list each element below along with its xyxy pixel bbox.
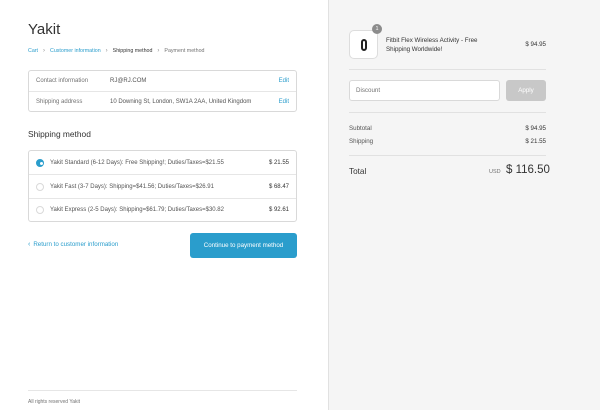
product-thumbnail	[349, 30, 378, 59]
return-to-customer-information-link[interactable]: ‹ Return to customer information	[28, 241, 118, 248]
shipping-option-label: Yakit Fast (3-7 Days): Shipping=$41.56; …	[50, 183, 214, 190]
contact-value: RJ@RJ.COM	[110, 78, 147, 84]
shipping-methods-list: Yakit Standard (6-12 Days): Free Shippin…	[28, 150, 297, 222]
shipping-option-fast[interactable]: Yakit Fast (3-7 Days): Shipping=$41.56; …	[29, 175, 296, 199]
shipping-option-label: Yakit Standard (6-12 Days): Free Shippin…	[50, 159, 224, 166]
chevron-left-icon: ‹	[28, 241, 31, 248]
store-name[interactable]: Yakit	[28, 21, 60, 38]
continue-to-payment-button[interactable]: Continue to payment method	[190, 233, 297, 258]
discount-input[interactable]	[349, 80, 500, 101]
chevron-right-icon: ›	[43, 48, 46, 54]
summary-divider	[349, 155, 546, 156]
chevron-right-icon: ›	[157, 48, 160, 54]
apply-discount-button[interactable]: Apply	[506, 80, 546, 101]
shipping-option-price: $ 92.61	[268, 207, 289, 213]
breadcrumb: Cart › Customer information › Shipping m…	[28, 48, 204, 54]
total-currency: USD	[489, 169, 501, 175]
shipping-address-label: Shipping address	[36, 98, 83, 105]
fitness-band-icon	[360, 38, 367, 51]
edit-contact-link[interactable]: Edit	[279, 78, 289, 84]
shipping-method-heading: Shipping method	[28, 129, 91, 139]
review-box: Contact information RJ@RJ.COM Edit Shipp…	[28, 70, 297, 112]
radio-selected-icon[interactable]	[36, 158, 44, 167]
review-shipping-row: Shipping address 10 Downing St, London, …	[29, 91, 296, 112]
return-link-label: Return to customer information	[33, 241, 119, 248]
product-price: $ 94.95	[525, 41, 546, 48]
contact-label: Contact information	[36, 78, 89, 84]
breadcrumb-cart[interactable]: Cart	[28, 48, 38, 54]
summary-divider	[349, 69, 546, 70]
review-contact-row: Contact information RJ@RJ.COM Edit	[29, 71, 296, 92]
total-label: Total	[349, 167, 367, 176]
shipping-option-express[interactable]: Yakit Express (2-5 Days): Shipping=$61.7…	[29, 198, 296, 222]
shipping-option-standard[interactable]: Yakit Standard (6-12 Days): Free Shippin…	[29, 151, 296, 175]
footer-divider	[28, 390, 297, 391]
shipping-option-price: $ 21.55	[268, 159, 289, 166]
breadcrumb-payment-method: Payment method	[164, 48, 205, 54]
radio-icon[interactable]	[36, 206, 44, 214]
chevron-right-icon: ›	[105, 48, 108, 54]
shipping-option-price: $ 68.47	[268, 183, 289, 190]
subtotal-label: Subtotal	[349, 125, 372, 132]
checkout-main: Yakit Cart › Customer information › Ship…	[0, 0, 328, 410]
edit-shipping-address-link[interactable]: Edit	[279, 99, 289, 105]
shipping-value: $ 21.55	[525, 138, 546, 145]
subtotal-value: $ 94.95	[525, 125, 546, 132]
order-summary-panel	[328, 0, 600, 410]
quantity-badge: 1	[372, 24, 382, 34]
shipping-option-label: Yakit Express (2-5 Days): Shipping=$61.7…	[50, 207, 224, 213]
breadcrumb-shipping-method: Shipping method	[112, 48, 153, 54]
footer-copyright: All rights reserved Yakit	[28, 399, 81, 405]
breadcrumb-customer-information[interactable]: Customer information	[50, 48, 101, 54]
summary-divider	[349, 112, 546, 113]
shipping-label: Shipping	[349, 138, 374, 145]
shipping-address-value: 10 Downing St, London, SW1A 2AA, United …	[110, 98, 252, 105]
product-name: Fitbit Flex Wireless Activity - Free Shi…	[386, 37, 478, 53]
total-amount: $ 116.50	[506, 164, 550, 176]
radio-icon[interactable]	[36, 182, 44, 191]
